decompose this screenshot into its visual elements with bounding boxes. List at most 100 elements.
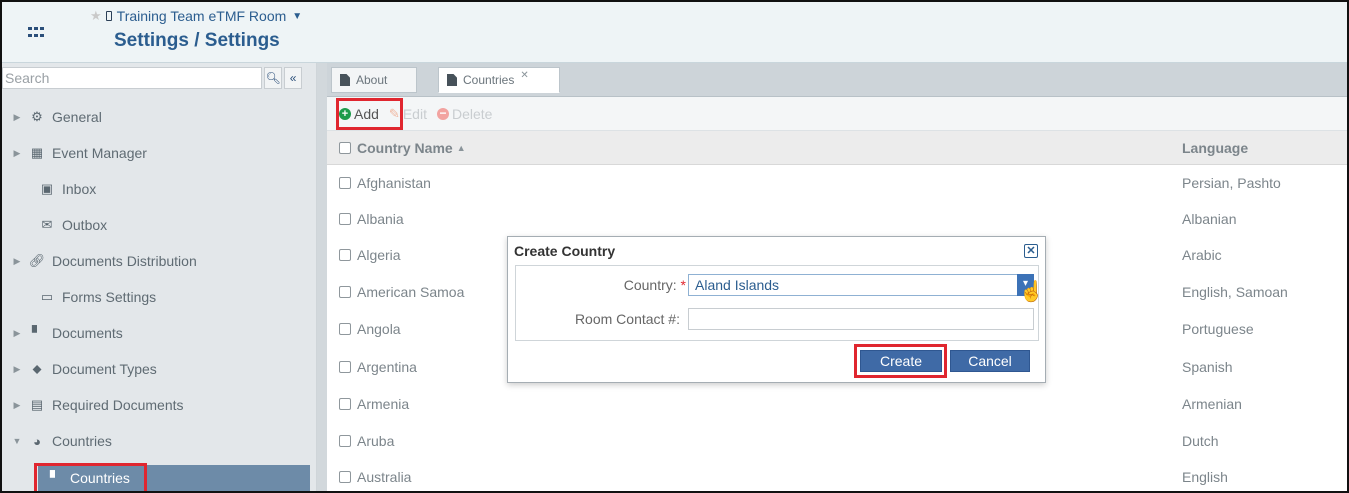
sidebar-item-label: Documents — [52, 325, 123, 341]
create-country-dialog: Create Country ✕ Country: * Aland Island… — [507, 236, 1046, 383]
select-all-checkbox[interactable] — [339, 141, 351, 154]
country-name: American Samoa — [357, 284, 465, 300]
close-icon[interactable]: ✕ — [520, 70, 528, 81]
sidebar-item-documents-distribution[interactable]: ▶ 🔗︎ Documents Distribution — [2, 243, 317, 279]
expand-arrow-icon[interactable]: ▶ — [10, 400, 24, 411]
sidebar-item-documents[interactable]: ▶ ▘ Documents — [2, 315, 317, 351]
cancel-button[interactable]: Cancel — [950, 350, 1030, 372]
sidebar-resize-handle[interactable] — [317, 63, 327, 491]
country-language: Spanish — [1182, 359, 1233, 375]
chevron-down-icon[interactable]: ▼ — [292, 11, 302, 22]
sidebar: 🔍︎ « ▶ ⚙ General ▶ ▦ Event Manager ▣ Inb… — [2, 63, 317, 491]
row-checkbox[interactable] — [339, 249, 351, 261]
expand-arrow-icon[interactable]: ▶ — [10, 148, 24, 159]
country-name: Afghanistan — [357, 175, 431, 191]
sidebar-item-label: Forms Settings — [62, 289, 157, 305]
expand-arrow-icon[interactable]: ▶ — [10, 112, 24, 123]
collapse-sidebar-icon[interactable]: « — [284, 67, 303, 89]
highlight-add-button — [336, 98, 403, 130]
country-value: Aland Islands — [695, 277, 780, 293]
tab-about[interactable]: About — [331, 67, 417, 93]
search-input[interactable] — [2, 67, 263, 89]
sidebar-item-inbox[interactable]: ▣ Inbox — [2, 171, 317, 207]
sidebar-item-forms-settings[interactable]: ▭ Forms Settings — [2, 279, 317, 315]
country-label-text: Country: — [623, 277, 677, 293]
row-checkbox[interactable] — [339, 361, 351, 373]
sidebar-item-document-types[interactable]: ▶ ⬥ Document Types — [2, 351, 317, 387]
row-checkbox[interactable] — [339, 471, 351, 483]
tag-icon: ⬥ — [32, 361, 42, 376]
country-name: Australia — [357, 469, 412, 485]
row-checkbox[interactable] — [339, 286, 351, 298]
row-checkbox[interactable] — [339, 323, 351, 335]
country-language: Persian, Pashto — [1182, 175, 1281, 191]
country-combobox[interactable]: Aland Islands ▾ — [688, 274, 1034, 296]
page-title: Settings / Settings — [114, 30, 280, 51]
tab-label: Countries — [463, 73, 515, 87]
link-icon: 🔗︎ — [28, 253, 46, 268]
country-language: Arabic — [1182, 247, 1222, 263]
clipboard-icon: ▤ — [30, 397, 44, 412]
room-selector[interactable]: ★ Training Team eTMF Room ▼ — [90, 8, 302, 24]
country-name: Albania — [357, 211, 404, 227]
table-row[interactable]: Armenia Armenian — [327, 386, 1347, 422]
room-contact-input[interactable] — [688, 308, 1034, 330]
sidebar-item-label: Inbox — [62, 181, 97, 197]
expand-arrow-icon[interactable]: ▶ — [10, 364, 24, 375]
required-marker: * — [676, 277, 686, 293]
table-row[interactable]: Aruba Dutch — [327, 423, 1347, 459]
column-label: Country Name — [357, 139, 453, 156]
row-checkbox[interactable] — [339, 177, 351, 189]
row-checkbox[interactable] — [339, 435, 351, 447]
country-language: Albanian — [1182, 211, 1237, 227]
sidebar-item-event-manager[interactable]: ▶ ▦ Event Manager — [2, 135, 317, 171]
dialog-title: Create Country — [514, 243, 616, 259]
row-checkbox[interactable] — [339, 213, 351, 225]
sidebar-item-label: Required Documents — [52, 397, 184, 413]
tab-bar: About Countries ✕ — [327, 63, 1347, 97]
country-name: Aruba — [357, 433, 395, 449]
sidebar-item-label: Countries — [52, 433, 112, 449]
column-country-name[interactable]: Country Name ▲ — [339, 140, 466, 156]
column-language[interactable]: Language — [1182, 140, 1248, 156]
expand-arrow-icon[interactable]: ▶ — [10, 328, 24, 339]
country-field-label: Country: * — [516, 277, 686, 293]
apps-grid-icon[interactable] — [28, 27, 44, 39]
hand-cursor-icon: ☝ — [1019, 281, 1044, 303]
sidebar-search: 🔍︎ « — [2, 67, 303, 89]
tab-countries[interactable]: Countries ✕ — [438, 67, 560, 93]
table-row[interactable]: Albania Albanian — [327, 201, 1347, 237]
country-language: English — [1182, 469, 1228, 485]
room-contact-label: Room Contact #: — [574, 311, 680, 327]
document-icon — [447, 74, 457, 86]
row-checkbox[interactable] — [339, 398, 351, 410]
search-icon[interactable]: 🔍︎ — [264, 67, 283, 89]
highlight-create-button — [854, 344, 947, 378]
collapse-arrow-icon[interactable]: ▼ — [10, 436, 24, 446]
delete-button[interactable]: − Delete — [436, 106, 492, 122]
sidebar-item-general[interactable]: ▶ ⚙ General — [2, 99, 317, 135]
sidebar-item-outbox[interactable]: ✉ Outbox — [2, 207, 317, 243]
expand-arrow-icon[interactable]: ▶ — [10, 256, 24, 267]
country-language: Dutch — [1182, 433, 1219, 449]
sidebar-item-required-documents[interactable]: ▶ ▤ Required Documents — [2, 387, 317, 423]
form-icon: ▭ — [40, 289, 54, 304]
country-name: Algeria — [357, 247, 401, 263]
country-name: Armenia — [357, 396, 410, 412]
envelope-icon: ✉ — [41, 217, 53, 232]
table-row[interactable]: Australia English — [327, 459, 1347, 491]
document-icon — [340, 74, 350, 86]
country-name: Argentina — [357, 359, 417, 375]
country-language: Portuguese — [1182, 321, 1254, 337]
sidebar-item-countries[interactable]: ▼ ◕ Countries — [2, 423, 317, 459]
close-icon[interactable]: ✕ — [1024, 244, 1038, 258]
country-language: English, Samoan — [1182, 284, 1288, 300]
app-window: ★ Training Team eTMF Room ▼ Settings / S… — [0, 0, 1349, 493]
sort-ascending-icon: ▲ — [456, 142, 466, 153]
highlight-countries-subitem — [34, 463, 147, 491]
calendar-icon: ▦ — [30, 145, 44, 160]
sidebar-item-label: Documents Distribution — [52, 253, 197, 269]
table-row[interactable]: Afghanistan Persian, Pashto — [327, 165, 1347, 201]
star-icon[interactable]: ★ — [90, 8, 102, 24]
mobile-icon — [105, 11, 112, 21]
